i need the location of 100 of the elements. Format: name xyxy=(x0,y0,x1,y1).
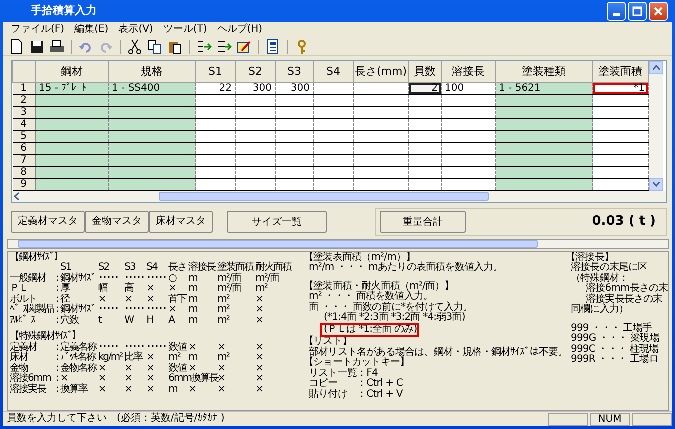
column-header[interactable]: 塗装面積 xyxy=(592,61,648,82)
table-cell[interactable] xyxy=(442,118,496,130)
table-cell[interactable] xyxy=(276,106,314,118)
table-cell[interactable] xyxy=(354,130,408,142)
column-header[interactable]: S3 xyxy=(276,61,314,82)
row-header[interactable]: 9 xyxy=(12,178,36,190)
menu-item[interactable]: ツール(T) xyxy=(159,24,212,36)
table-cell[interactable] xyxy=(108,154,196,166)
table-cell[interactable] xyxy=(108,178,196,190)
table-cell[interactable] xyxy=(36,106,108,118)
table-cell[interactable] xyxy=(354,154,408,166)
table-cell[interactable] xyxy=(592,106,648,118)
table-cell[interactable] xyxy=(196,94,236,106)
row-header[interactable]: 4 xyxy=(12,118,36,130)
save-icon[interactable] xyxy=(29,38,45,54)
row-header[interactable]: 3 xyxy=(12,106,36,118)
table-cell[interactable] xyxy=(36,118,108,130)
table-cell[interactable] xyxy=(354,118,408,130)
table-cell[interactable] xyxy=(354,142,408,154)
table-cell[interactable] xyxy=(108,142,196,154)
table-cell[interactable]: 22 xyxy=(196,82,236,94)
master-button[interactable]: 金物マスタ xyxy=(85,210,149,232)
master-button[interactable]: 定義材マスタ xyxy=(11,210,85,232)
table-cell[interactable] xyxy=(314,166,354,178)
table-cell[interactable] xyxy=(314,142,354,154)
table-cell[interactable] xyxy=(108,166,196,178)
row-header[interactable]: 1 xyxy=(12,82,36,94)
table-cell[interactable] xyxy=(442,142,496,154)
table-cell[interactable] xyxy=(314,118,354,130)
table-cell[interactable] xyxy=(354,178,408,190)
table-cell[interactable] xyxy=(496,118,592,130)
table-cell[interactable] xyxy=(314,82,354,94)
table-cell[interactable] xyxy=(276,118,314,130)
table-cell[interactable] xyxy=(36,130,108,142)
table-cell[interactable] xyxy=(314,94,354,106)
table-cell[interactable]: *1 xyxy=(592,82,648,94)
table-cell[interactable]: 100 xyxy=(442,82,496,94)
table-cell[interactable] xyxy=(592,166,648,178)
scrollbar[interactable] xyxy=(12,190,666,202)
table-cell[interactable] xyxy=(276,130,314,142)
table-cell[interactable] xyxy=(236,166,276,178)
table-cell[interactable] xyxy=(496,154,592,166)
table-cell[interactable] xyxy=(236,130,276,142)
table-cell[interactable] xyxy=(276,166,314,178)
column-header[interactable]: S2 xyxy=(236,61,276,82)
table-cell[interactable] xyxy=(408,94,442,106)
table-cell[interactable] xyxy=(108,106,196,118)
table-cell[interactable] xyxy=(236,118,276,130)
table-cell[interactable] xyxy=(314,178,354,190)
table-cell[interactable]: 1 - SS400 xyxy=(108,82,196,94)
insert-row-icon[interactable] xyxy=(196,38,212,54)
table-cell[interactable] xyxy=(442,94,496,106)
table-cell[interactable] xyxy=(496,94,592,106)
table-cell[interactable] xyxy=(496,106,592,118)
table-cell[interactable] xyxy=(592,154,648,166)
table-cell[interactable] xyxy=(442,178,496,190)
table-cell[interactable] xyxy=(196,178,236,190)
table-cell[interactable] xyxy=(592,118,648,130)
table-cell[interactable] xyxy=(276,178,314,190)
maximize-button[interactable] xyxy=(628,2,647,20)
row-header[interactable]: 2 xyxy=(12,94,36,106)
column-header[interactable]: 溶接長 xyxy=(442,61,496,82)
table-cell[interactable] xyxy=(408,154,442,166)
edit-image-icon[interactable] xyxy=(236,38,252,54)
table-cell[interactable] xyxy=(408,118,442,130)
table-cell[interactable] xyxy=(408,106,442,118)
table-cell[interactable] xyxy=(354,166,408,178)
table-cell[interactable] xyxy=(196,166,236,178)
table-cell[interactable] xyxy=(196,106,236,118)
column-header[interactable]: 規格 xyxy=(108,61,196,82)
table-cell[interactable] xyxy=(496,130,592,142)
master-button[interactable]: 床材マスタ xyxy=(149,210,213,232)
minimize-button[interactable] xyxy=(607,2,626,20)
table-cell[interactable] xyxy=(36,154,108,166)
row-header[interactable]: 5 xyxy=(12,130,36,142)
table-cell[interactable] xyxy=(408,142,442,154)
table-cell[interactable] xyxy=(354,106,408,118)
column-header[interactable]: S1 xyxy=(196,61,236,82)
table-cell[interactable] xyxy=(196,118,236,130)
table-cell[interactable] xyxy=(236,154,276,166)
column-header[interactable]: 員数 xyxy=(408,61,442,82)
master-button[interactable]: サイズ一覧 xyxy=(227,210,327,232)
table-cell[interactable] xyxy=(36,178,108,190)
table-cell[interactable] xyxy=(276,154,314,166)
table-cell[interactable]: 300 xyxy=(276,82,314,94)
table-cell[interactable] xyxy=(408,130,442,142)
table-cell[interactable] xyxy=(442,166,496,178)
append-row-icon[interactable] xyxy=(216,38,232,54)
column-header[interactable]: 塗装種類 xyxy=(496,61,592,82)
column-header[interactable]: 長さ(mm) xyxy=(354,61,408,82)
table-cell[interactable] xyxy=(276,94,314,106)
column-header[interactable]: 鋼材 xyxy=(36,61,108,82)
table-cell[interactable] xyxy=(408,166,442,178)
table-cell[interactable] xyxy=(496,178,592,190)
total-button[interactable]: 重量合計 xyxy=(380,210,466,232)
row-header[interactable]: 7 xyxy=(12,154,36,166)
table-cell[interactable] xyxy=(236,142,276,154)
table-cell[interactable] xyxy=(236,94,276,106)
menu-item[interactable]: 編集(E) xyxy=(70,24,113,36)
menu-item[interactable]: ファイル(F) xyxy=(7,24,69,36)
